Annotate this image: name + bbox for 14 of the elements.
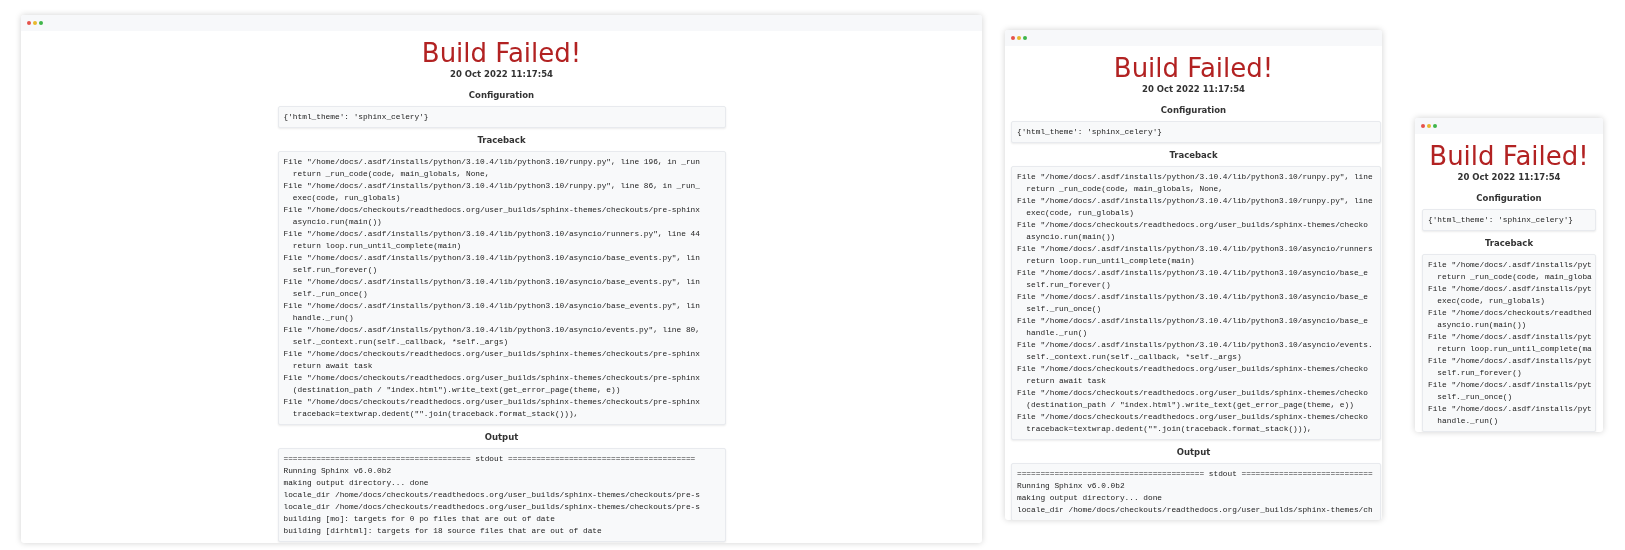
- build-date: 20 Oct 2022 11:17:54: [1142, 83, 1245, 95]
- section-heading: Output: [1176, 446, 1211, 458]
- section-heading: Configuration: [1160, 104, 1227, 116]
- page-title: Build Failed!: [1113, 53, 1274, 83]
- section-heading: Configuration: [1476, 192, 1542, 204]
- build-date: 20 Oct 2022 11:17:54: [1457, 171, 1561, 183]
- page-title: Build Failed!: [421, 38, 582, 68]
- build-date: 20 Oct 2022 11:17:54: [450, 68, 553, 80]
- page-title: Build Failed!: [1429, 141, 1589, 171]
- section-heading: Traceback: [477, 134, 526, 146]
- section-heading: Traceback: [1484, 237, 1534, 249]
- section-heading: Configuration: [468, 89, 535, 101]
- section-heading: Traceback: [1169, 149, 1218, 161]
- section-heading: Output: [484, 431, 519, 443]
